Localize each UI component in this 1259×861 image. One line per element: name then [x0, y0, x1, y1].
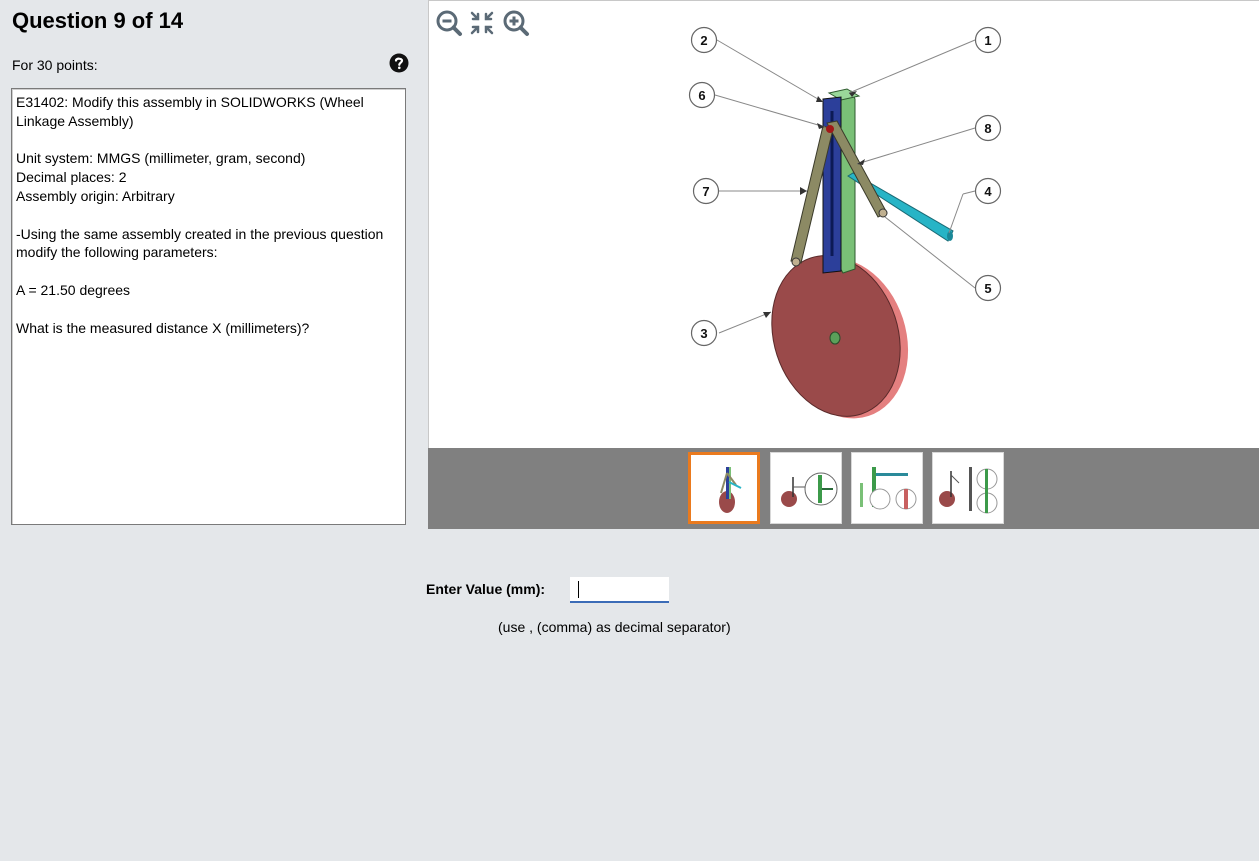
callout-5: 5 [984, 281, 991, 296]
text-caret [578, 581, 579, 598]
points-label: For 30 points: [12, 57, 98, 73]
question-line: Unit system: MMGS (millimeter, gram, sec… [16, 150, 306, 167]
question-text-box[interactable]: E31402: Modify this assembly in SOLIDWOR… [11, 88, 406, 525]
callout-1: 1 [984, 33, 991, 48]
question-title: Question 9 of 14 [12, 8, 184, 33]
question-line: -Using the same assembly created in the … [16, 225, 384, 261]
decimal-hint: (use , (comma) as decimal separator) [498, 619, 731, 635]
thumbnail-3[interactable] [851, 452, 923, 524]
fit-to-window-icon[interactable] [468, 9, 496, 37]
question-line [16, 262, 401, 281]
question-line [16, 131, 401, 150]
image-viewer[interactable]: 1 2 3 4 5 6 7 8 [428, 0, 1259, 448]
callout-2: 2 [700, 33, 707, 48]
thumbnail-2[interactable] [770, 452, 842, 524]
question-line: What is the measured distance X (millime… [16, 319, 310, 336]
question-line [16, 300, 401, 319]
thumbnail-4[interactable] [932, 452, 1004, 524]
callout-7: 7 [702, 184, 709, 199]
thumbnail-image [939, 467, 998, 514]
answer-input[interactable] [570, 577, 669, 603]
callout-4: 4 [984, 184, 992, 199]
thumbnail-strip [428, 448, 1259, 529]
callout-3: 3 [700, 326, 707, 341]
question-line: A = 21.50 degrees [16, 281, 131, 298]
question-circle-icon[interactable] [389, 53, 409, 73]
question-line: E31402: Modify this assembly in SOLIDWOR… [16, 94, 364, 129]
thumbnail-image [860, 467, 917, 510]
thumbnail-image [781, 472, 838, 507]
thumbnail-image [719, 467, 742, 513]
zoom-in-icon[interactable] [502, 9, 530, 37]
assembly-drawing: 1 2 3 4 5 6 7 8 [688, 26, 1002, 419]
zoom-out-icon[interactable] [435, 9, 463, 37]
question-line: Assembly origin: Arbitrary [16, 187, 175, 204]
question-line [16, 206, 401, 225]
callout-8: 8 [984, 121, 991, 136]
thumbnail-1[interactable] [688, 452, 760, 524]
callout-6: 6 [698, 88, 705, 103]
answer-label: Enter Value (mm): [426, 581, 546, 597]
question-line: Decimal places: 2 [16, 169, 127, 186]
